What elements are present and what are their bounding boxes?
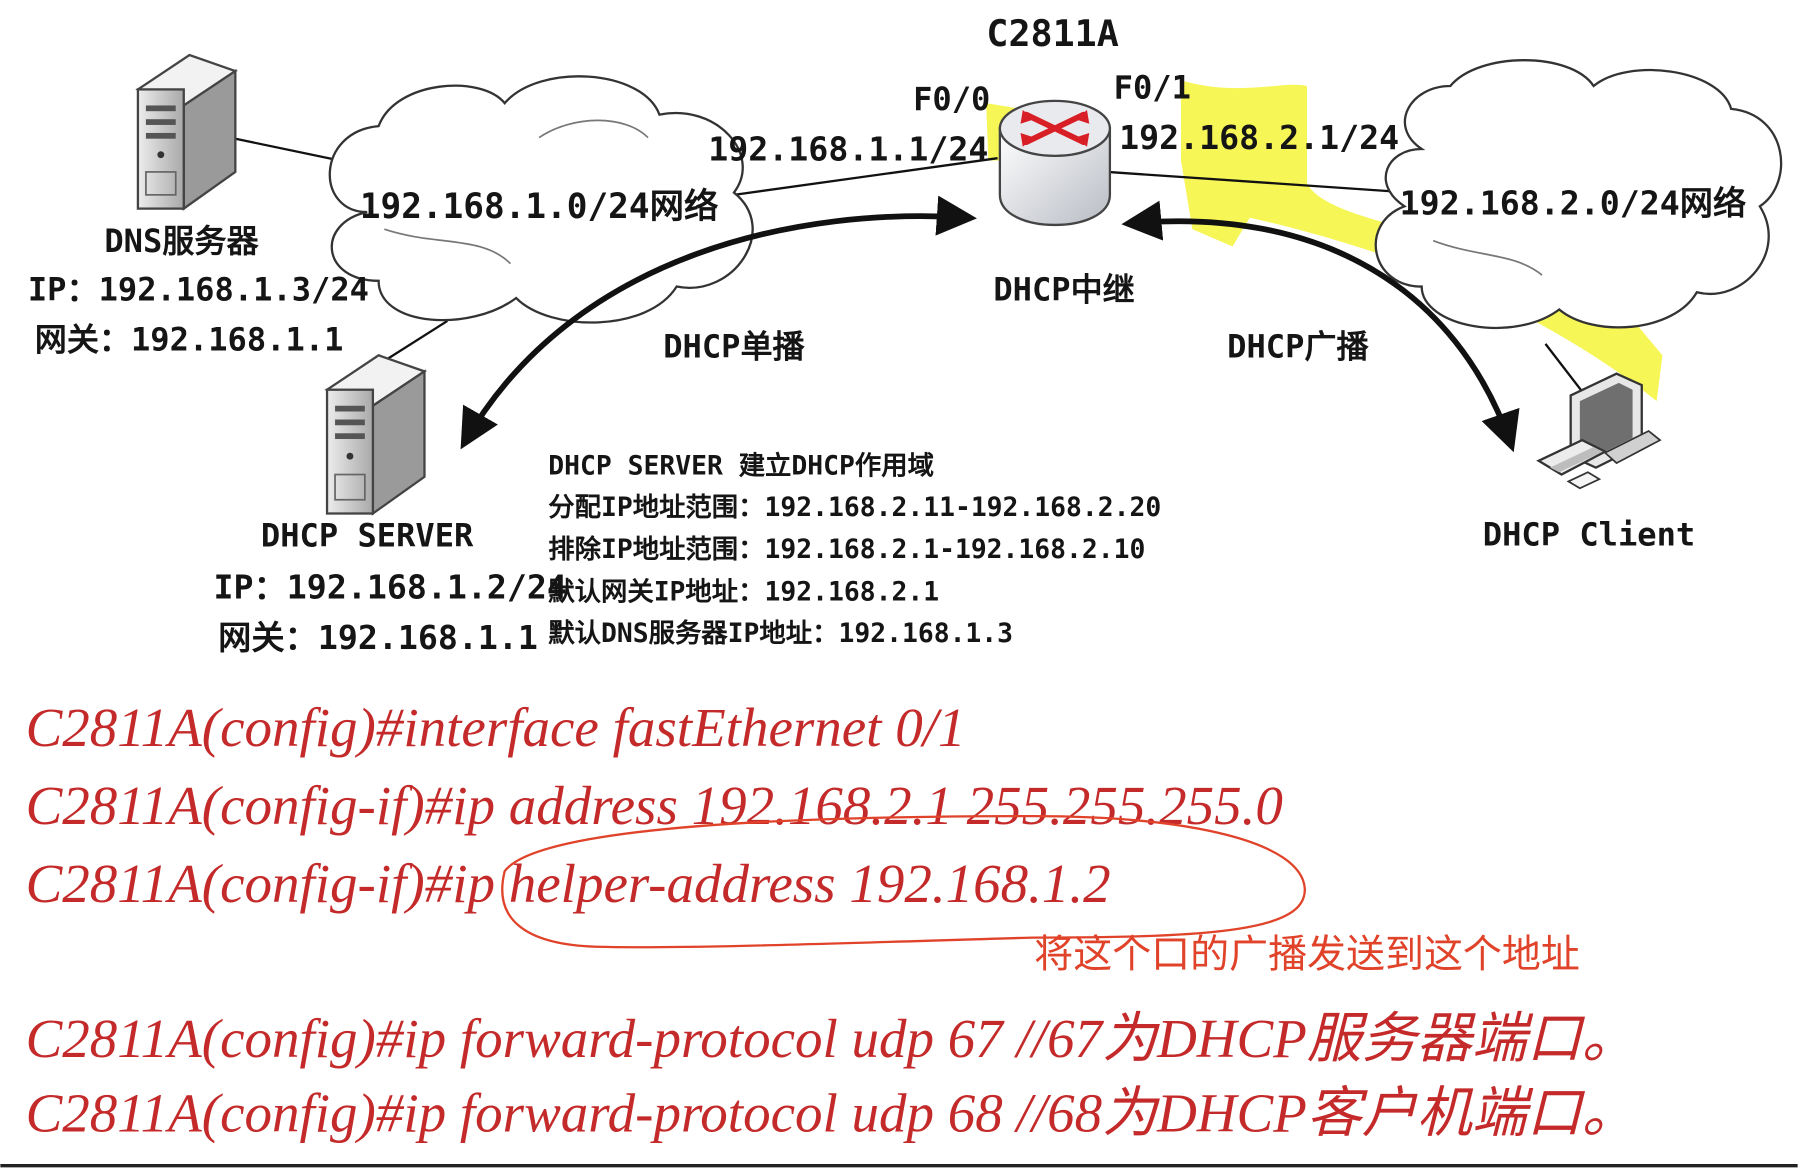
annotation-note: 将这个口的广播发送到这个地址 [1034,932,1580,977]
dns-server-ip: IP：192.168.1.3/24 [28,270,369,308]
command-line: C2811A(config)#ip forward-protocol udp 6… [26,1008,1637,1069]
router-port-left-ip: 192.168.1.1/24 [708,129,988,168]
dhcp-scope-info: DHCP SERVER 建立DHCP作用域 分配IP地址范围：192.168.2… [548,451,1161,649]
dhcp-relay-diagram: 192.168.1.0/24网络 192.168.2.0/24网络 DNS服务器… [0,12,1798,1168]
router-icon [998,99,1112,227]
network-cloud-left: 192.168.1.0/24网络 [328,75,754,324]
dhcp-server-ip: IP：192.168.1.2/24 [214,567,567,606]
command-line: C2811A(config)#interface fastEthernet 0/… [26,697,966,758]
router-port-right-ip: 192.168.2.1/24 [1119,118,1399,157]
router-port-right: F0/1 [1114,69,1191,107]
router-port-left: F0/0 [913,80,990,118]
dhcp-server-name: DHCP SERVER [261,517,474,555]
scope-info-line: 排除IP地址范围：192.168.2.1-192.168.2.10 [548,534,1145,565]
dhcp-server-icon [324,354,428,516]
scope-info-line: DHCP SERVER 建立DHCP作用域 [548,451,934,482]
dhcp-server-gateway: 网关：192.168.1.1 [218,618,538,657]
dhcp-client-computer-icon [1536,372,1662,490]
dhcp-client-name: DHCP Client [1483,516,1695,554]
dns-server-icon [135,53,238,211]
scope-info-line: 分配IP地址范围：192.168.2.11-192.168.2.20 [548,493,1161,523]
dns-server-gateway: 网关：192.168.1.1 [35,321,344,359]
command-line: C2811A(config-if)#ip helper-address 192.… [26,853,1111,914]
command-line: C2811A(config)#ip forward-protocol udp 6… [26,1082,1637,1143]
scope-info-line: 默认网关IP地址：192.168.2.1 [548,578,939,608]
network-left-label: 192.168.1.0/24网络 [360,187,719,227]
dns-server-name: DNS服务器 [104,222,259,260]
dhcp-broadcast-label: DHCP广播 [1227,328,1369,366]
network-right-label: 192.168.2.0/24网络 [1400,183,1747,222]
scope-info-line: 默认DNS服务器IP地址：192.168.1.3 [548,619,1013,649]
network-cloud-right: 192.168.2.0/24网络 [1374,59,1783,330]
router-role-label: DHCP中继 [993,270,1134,308]
config-commands: C2811A(config)#interface fastEthernet 0/… [26,697,1637,1143]
command-line: C2811A(config-if)#ip address 192.168.2.1… [26,775,1283,836]
router-name: C2811A [986,12,1118,55]
dhcp-unicast-label: DHCP单播 [663,328,805,366]
